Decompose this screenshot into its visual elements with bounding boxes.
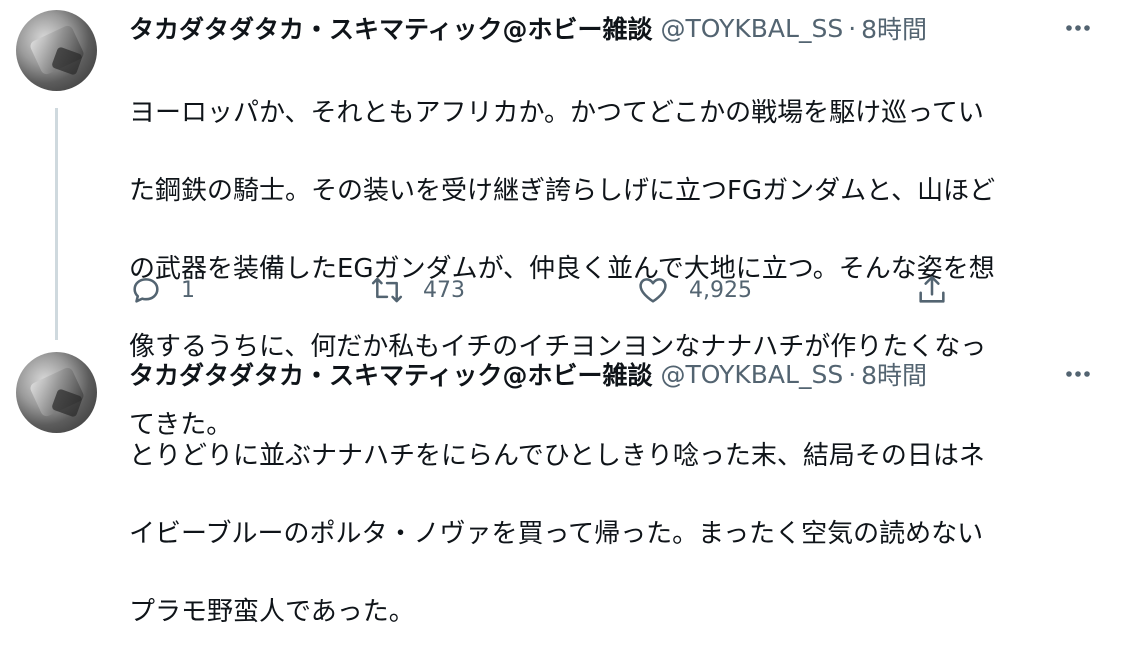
more-options-icon[interactable] [1060, 356, 1096, 392]
tweet[interactable]: タカダタダタカ・スキマティック@ホビー雑談 @TOYKBAL_SS · 8時間 … [0, 0, 1124, 440]
retweet-count: 473 [423, 277, 465, 303]
reply-button[interactable]: 1 [129, 268, 195, 312]
timestamp[interactable]: 8時間 [861, 356, 927, 392]
share-icon [915, 273, 949, 307]
avatar[interactable] [16, 10, 97, 91]
tweet-text: とりどりに並ぶナナハチをにらんでひとしきり唸った末、結局その日はネ イビーブルー… [129, 398, 1099, 671]
tweet-text-line: た鋼鉄の騎士。その装いを受け継ぎ誇らしげに立つFGガンダムと、山ほど [129, 176, 996, 206]
like-button[interactable]: 4,925 [635, 268, 752, 312]
separator-dot: · [848, 359, 857, 389]
tweet-header: タカダタダタカ・スキマティック@ホビー雑談 @TOYKBAL_SS · 8時間 [129, 356, 927, 392]
separator-dot: · [848, 13, 857, 43]
tweet-header: タカダタダタカ・スキマティック@ホビー雑談 @TOYKBAL_SS · 8時間 [129, 10, 927, 46]
tweet-text-line: とりどりに並ぶナナハチをにらんでひとしきり唸った末、結局その日はネ [129, 441, 985, 471]
tweet-text-line: ヨーロッパか、それともアフリカか。かつてどこかの戦場を駆け巡ってい [129, 98, 984, 128]
tweet-text-line: プラモ野蛮人であった。 [129, 597, 415, 627]
author-handle[interactable]: @TOYKBAL_SS [661, 14, 844, 43]
heart-icon [635, 273, 671, 307]
avatar[interactable] [16, 352, 97, 433]
author-handle[interactable]: @TOYKBAL_SS [661, 360, 844, 389]
reply-count: 1 [181, 277, 195, 303]
tweet-text-line: イビーブルーのポルタ・ノヴァを買って帰った。まったく空気の読めない [129, 519, 984, 549]
reply-icon [129, 273, 163, 307]
like-count: 4,925 [689, 277, 752, 303]
author-display-name[interactable]: タカダタダタカ・スキマティック@ホビー雑談 [129, 10, 653, 46]
retweet-button[interactable]: 473 [369, 268, 465, 312]
timestamp[interactable]: 8時間 [861, 10, 927, 46]
tweet[interactable]: タカダタダタカ・スキマティック@ホビー雑談 @TOYKBAL_SS · 8時間 … [0, 340, 1124, 627]
thread-connector-line [55, 108, 58, 340]
author-display-name[interactable]: タカダタダタカ・スキマティック@ホビー雑談 [129, 356, 653, 392]
share-button[interactable] [915, 268, 949, 312]
more-options-icon[interactable] [1060, 10, 1096, 46]
tweet-actions: 1 473 4,925 [129, 268, 959, 312]
retweet-icon [369, 273, 405, 307]
